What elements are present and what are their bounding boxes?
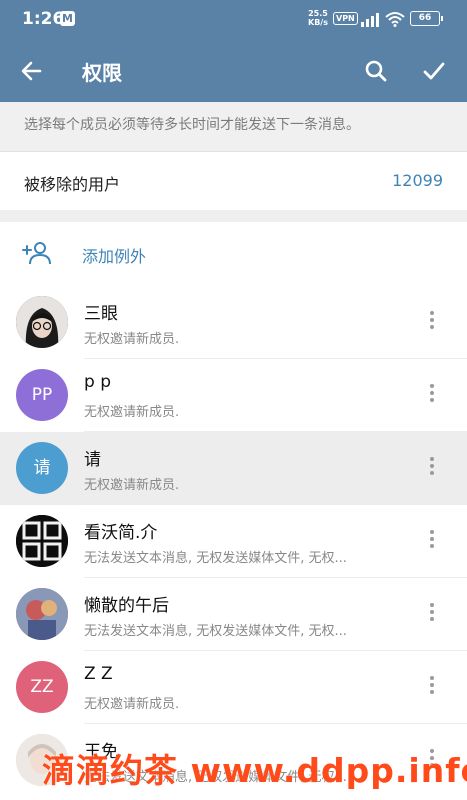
avatar: 请 xyxy=(16,442,68,494)
more-vertical-icon[interactable] xyxy=(424,454,440,484)
member-status: 无权邀请新成员. xyxy=(84,332,180,347)
removed-users-label: 被移除的用户 xyxy=(24,175,121,194)
member-name: 三眼 xyxy=(84,304,118,324)
watermark-text: 滴滴约茶 www.ddpp.info xyxy=(42,751,467,790)
page-title: 权限 xyxy=(82,61,122,85)
add-exception-button[interactable]: 添加例外 xyxy=(0,222,467,286)
network-speed-value: 25.5 xyxy=(308,9,328,18)
vpn-icon: VPN xyxy=(333,12,358,25)
member-name: 懒散的午后 xyxy=(84,596,169,616)
avatar: ZZ xyxy=(16,661,68,713)
more-vertical-icon[interactable] xyxy=(424,308,440,338)
status-time: 1:26 xyxy=(22,9,65,29)
member-row[interactable]: 三眼 无权邀请新成员. xyxy=(0,286,467,359)
search-icon[interactable] xyxy=(362,57,390,85)
wifi-icon xyxy=(385,12,405,27)
member-status: 无法发送文本消息, 无权发送媒体文件, 无权... xyxy=(84,551,347,566)
section-divider xyxy=(0,210,467,222)
member-name: 请 xyxy=(84,450,101,470)
member-row[interactable]: ZZ Z Z 无权邀请新成员. xyxy=(0,651,467,724)
notification-icon: M xyxy=(60,11,75,26)
signal-icon xyxy=(361,13,379,27)
arrow-left-icon[interactable] xyxy=(18,57,46,85)
removed-users-count: 12099 xyxy=(392,171,443,190)
member-name: p p xyxy=(84,372,111,392)
check-icon[interactable] xyxy=(420,57,448,85)
avatar xyxy=(16,515,68,567)
battery-icon: 66 xyxy=(410,11,443,26)
avatar: PP xyxy=(16,369,68,421)
avatar xyxy=(16,296,68,348)
member-name: 看沃简.介 xyxy=(84,523,158,543)
removed-users-row[interactable]: 被移除的用户 12099 xyxy=(0,152,467,210)
avatar xyxy=(16,588,68,640)
hint-text: 选择每个成员必须等待多长时间才能发送下一条消息。 xyxy=(24,117,360,133)
more-vertical-icon[interactable] xyxy=(424,600,440,630)
member-name: Z Z xyxy=(84,664,113,684)
app-toolbar: 权限 xyxy=(0,40,467,102)
member-status: 无权邀请新成员. xyxy=(84,405,180,420)
more-vertical-icon[interactable] xyxy=(424,381,440,411)
slow-mode-hint: 选择每个成员必须等待多长时间才能发送下一条消息。 xyxy=(0,102,467,152)
member-row[interactable]: 懒散的午后 无法发送文本消息, 无权发送媒体文件, 无权... xyxy=(0,578,467,651)
member-row[interactable]: 请 请 无权邀请新成员. xyxy=(0,432,467,505)
member-status: 无权邀请新成员. xyxy=(84,697,180,712)
member-row[interactable]: PP p p 无权邀请新成员. xyxy=(0,359,467,432)
status-bar: 1:26 M 25.5 KB/s VPN 66 xyxy=(0,0,467,40)
network-speed: 25.5 KB/s xyxy=(308,9,328,27)
member-status: 无权邀请新成员. xyxy=(84,478,180,493)
member-status: 无法发送文本消息, 无权发送媒体文件, 无权... xyxy=(84,624,347,639)
add-user-icon xyxy=(22,242,51,265)
more-vertical-icon[interactable] xyxy=(424,527,440,557)
network-speed-unit: KB/s xyxy=(308,18,328,27)
more-vertical-icon[interactable] xyxy=(424,673,440,703)
member-row[interactable]: 看沃简.介 无法发送文本消息, 无权发送媒体文件, 无权... xyxy=(0,505,467,578)
add-exception-label: 添加例外 xyxy=(82,247,147,266)
